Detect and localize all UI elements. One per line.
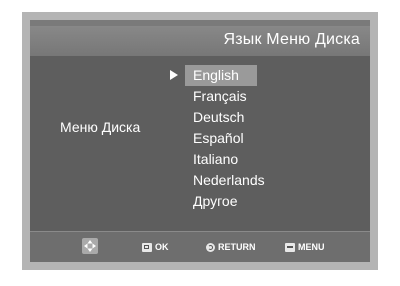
option-deutsch[interactable]: Deutsch [185, 107, 271, 128]
language-options-list: English Français Deutsch Español Italian… [185, 65, 271, 212]
selection-arrow-icon [170, 70, 178, 80]
nav-pad-icon [82, 238, 98, 254]
title-bar: Язык Меню Диска [30, 26, 370, 56]
tv-frame: Язык Меню Диска Меню Диска English Franç… [22, 12, 378, 270]
option-other[interactable]: Другое [185, 191, 271, 212]
return-label: RETURN [218, 242, 256, 252]
menu-hint[interactable]: MENU [285, 240, 325, 254]
return-icon [206, 242, 215, 252]
ok-label: OK [155, 242, 169, 252]
bottom-help-bar: OK RETURN MENU [30, 231, 370, 262]
return-hint[interactable]: RETURN [206, 240, 256, 254]
page-title: Язык Меню Диска [223, 31, 360, 48]
disc-menu-label: Меню Диска [60, 119, 141, 135]
option-italiano[interactable]: Italiano [185, 149, 271, 170]
osd-screen: Язык Меню Диска Меню Диска English Franç… [30, 20, 370, 262]
menu-label: MENU [298, 242, 325, 252]
option-english[interactable]: English [185, 65, 257, 86]
option-francais[interactable]: Français [185, 86, 271, 107]
ok-icon [142, 242, 152, 252]
ok-hint[interactable]: OK [142, 240, 169, 254]
menu-icon [285, 242, 295, 252]
option-espanol[interactable]: Español [185, 128, 271, 149]
nav-arrows-icon [84, 240, 96, 252]
option-nederlands[interactable]: Nederlands [185, 170, 271, 191]
